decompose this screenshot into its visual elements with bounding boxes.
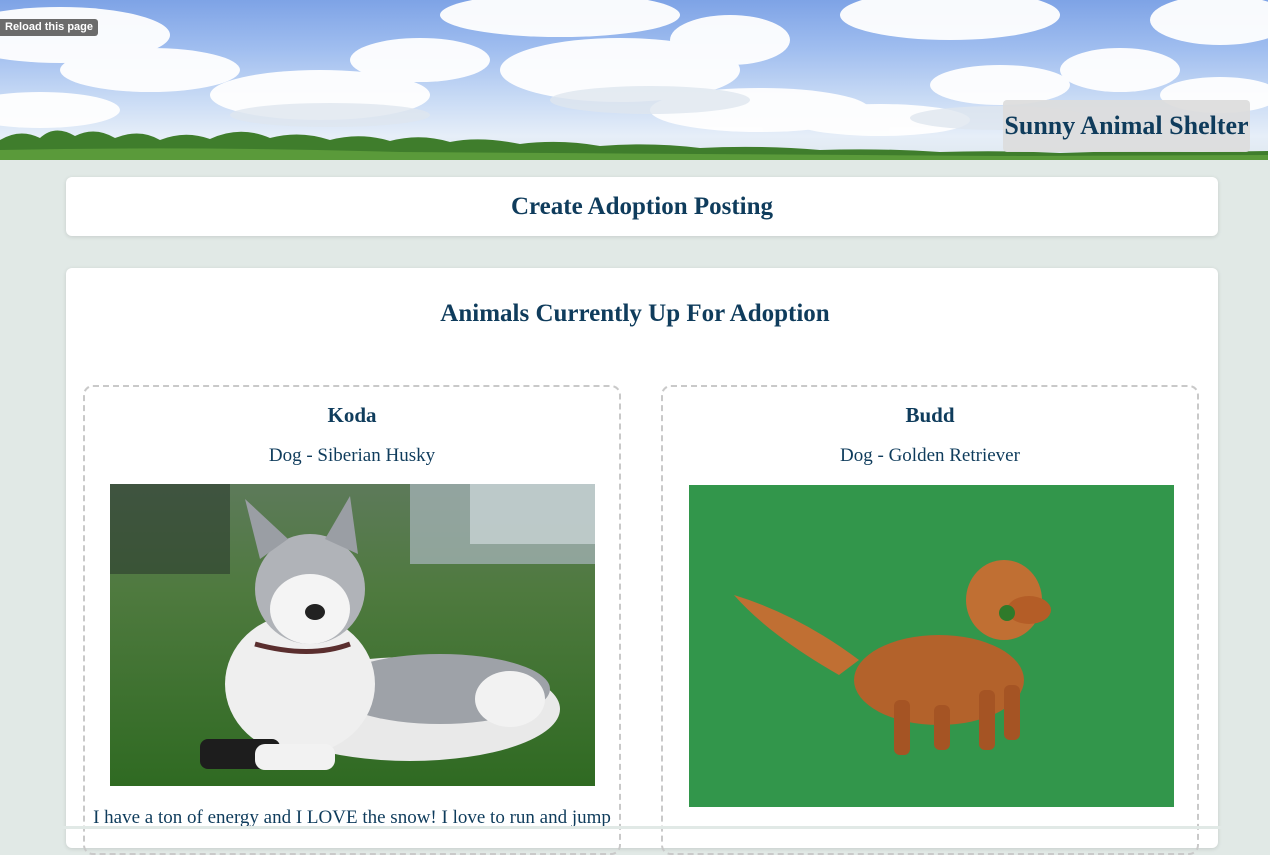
golden-retriever-photo [689, 485, 1174, 807]
husky-photo [110, 484, 595, 786]
header-banner: Reload this page Sunny Animal Shelter [0, 0, 1270, 160]
animal-card-koda: Koda Dog - Siberian Husky I have a ton o… [83, 385, 621, 855]
reload-page-button[interactable]: Reload this page [0, 19, 99, 36]
animal-breed: Dog - Siberian Husky [268, 445, 436, 466]
animal-breed: Dog - Golden Retriever [840, 445, 1020, 466]
create-posting-card[interactable]: Create Adoption Posting [66, 177, 1218, 236]
animal-card-budd: Budd Dog - Golden Retriever [661, 385, 1199, 855]
adoption-list-title: Animals Currently Up For Adoption [440, 300, 830, 327]
create-adoption-posting-link[interactable]: Create Adoption Posting [66, 177, 1218, 236]
animal-name: Budd [905, 403, 955, 427]
animal-name: Koda [327, 403, 377, 427]
shelter-name-title: Sunny Animal Shelter [1003, 100, 1250, 152]
